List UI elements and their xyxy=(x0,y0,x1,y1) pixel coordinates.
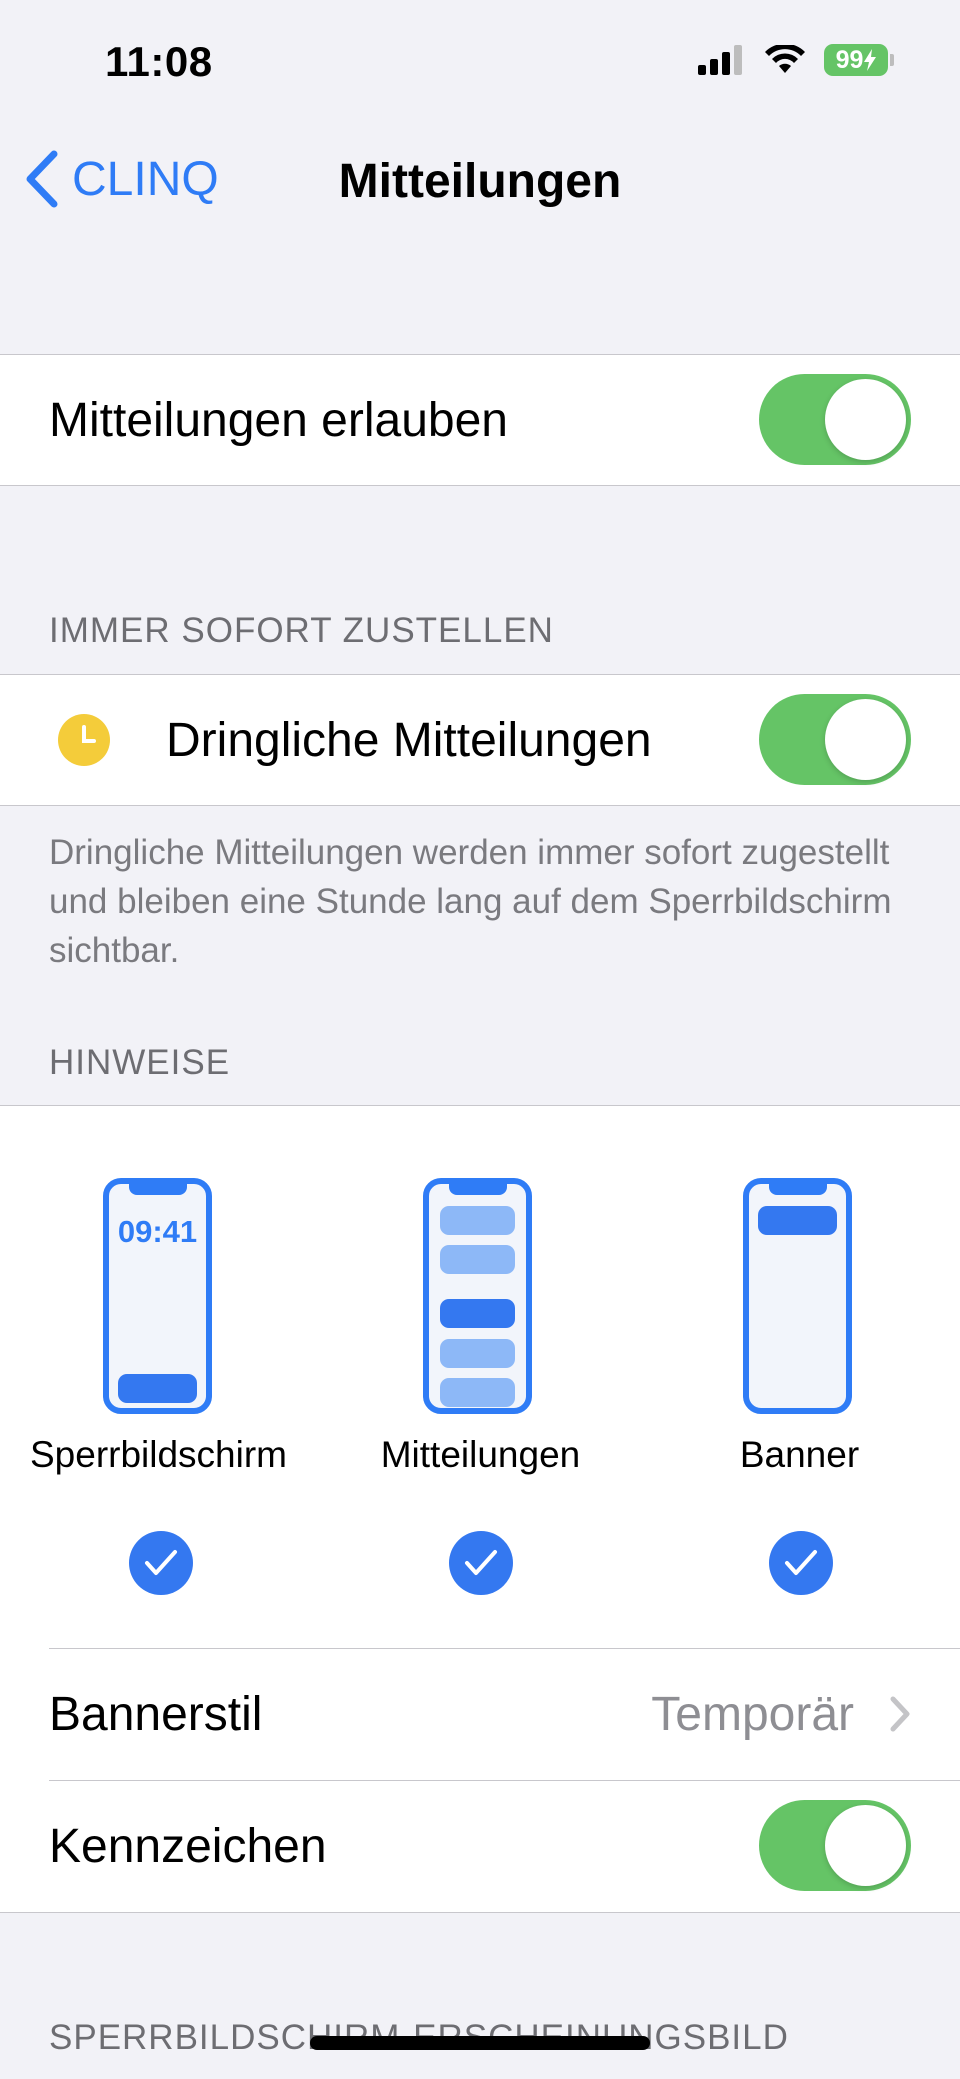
lock-screen-checkbox[interactable] xyxy=(129,1531,193,1595)
badges-row: Kennzeichen xyxy=(0,1781,960,1911)
notification-bar xyxy=(758,1206,837,1235)
time-sensitive-row: Dringliche Mitteilungen xyxy=(0,674,960,806)
notification-center-preview[interactable] xyxy=(423,1178,532,1414)
style-label-notification-center: Mitteilungen xyxy=(380,1434,581,1475)
lock-screen-preview[interactable]: 09:41 xyxy=(103,1178,212,1414)
phone-notch xyxy=(128,1183,187,1195)
banner-style-label: Bannerstil xyxy=(49,1688,263,1741)
toggle-knob xyxy=(825,1805,906,1886)
notification-center-checkbox[interactable] xyxy=(449,1531,513,1595)
charging-bolt-icon xyxy=(864,49,877,71)
notification-bar xyxy=(440,1299,515,1328)
time-sensitive-footer: Dringliche Mitteilungen werden immer sof… xyxy=(49,833,892,970)
allow-notifications-row: Mitteilungen erlauben xyxy=(0,354,960,486)
status-time: 11:08 xyxy=(105,38,213,85)
checkmark-icon xyxy=(145,1550,177,1575)
allow-notifications-toggle[interactable] xyxy=(759,374,911,465)
status-icons: 99 xyxy=(698,44,894,76)
phone-notch xyxy=(768,1183,827,1195)
checkmark-icon xyxy=(465,1550,497,1575)
notification-bar xyxy=(440,1339,515,1368)
home-indicator[interactable] xyxy=(310,2036,650,2050)
lock-screen-preview-time: 09:41 xyxy=(117,1214,198,1249)
allow-notifications-label: Mitteilungen erlauben xyxy=(49,394,508,447)
alerts-header: HINWEISE xyxy=(49,1043,231,1082)
chevron-right-icon xyxy=(890,1696,910,1732)
notification-bar xyxy=(440,1378,515,1407)
style-label-banner: Banner xyxy=(739,1434,860,1475)
style-label-lock-screen: Sperrbildschirm xyxy=(29,1434,287,1475)
phone-notch xyxy=(448,1183,507,1195)
time-sensitive-label: Dringliche Mitteilungen xyxy=(166,714,652,767)
checkmark-icon xyxy=(785,1550,817,1575)
banner-style-row[interactable]: Bannerstil Temporär xyxy=(0,1649,960,1779)
banner-checkbox[interactable] xyxy=(769,1531,833,1595)
notification-bar xyxy=(440,1206,515,1235)
time-sensitive-toggle[interactable] xyxy=(759,694,911,785)
battery-cap xyxy=(890,54,894,66)
wifi-icon xyxy=(765,45,805,73)
deliver-immediately-header: IMMER SOFORT ZUSTELLEN xyxy=(49,611,554,650)
clock-icon xyxy=(58,714,110,766)
notification-bar xyxy=(440,1245,515,1274)
notification-bar xyxy=(118,1374,197,1403)
page-title: Mitteilungen xyxy=(338,155,622,208)
cellular-signal-icon xyxy=(698,45,742,75)
badges-label: Kennzeichen xyxy=(49,1820,327,1873)
banner-style-value: Temporär xyxy=(651,1688,854,1741)
toggle-knob xyxy=(825,379,906,460)
battery-indicator: 99 xyxy=(824,44,888,76)
toggle-knob xyxy=(825,699,906,780)
battery-level: 99 xyxy=(835,45,864,74)
banner-preview[interactable] xyxy=(743,1178,852,1414)
badges-toggle[interactable] xyxy=(759,1800,911,1891)
